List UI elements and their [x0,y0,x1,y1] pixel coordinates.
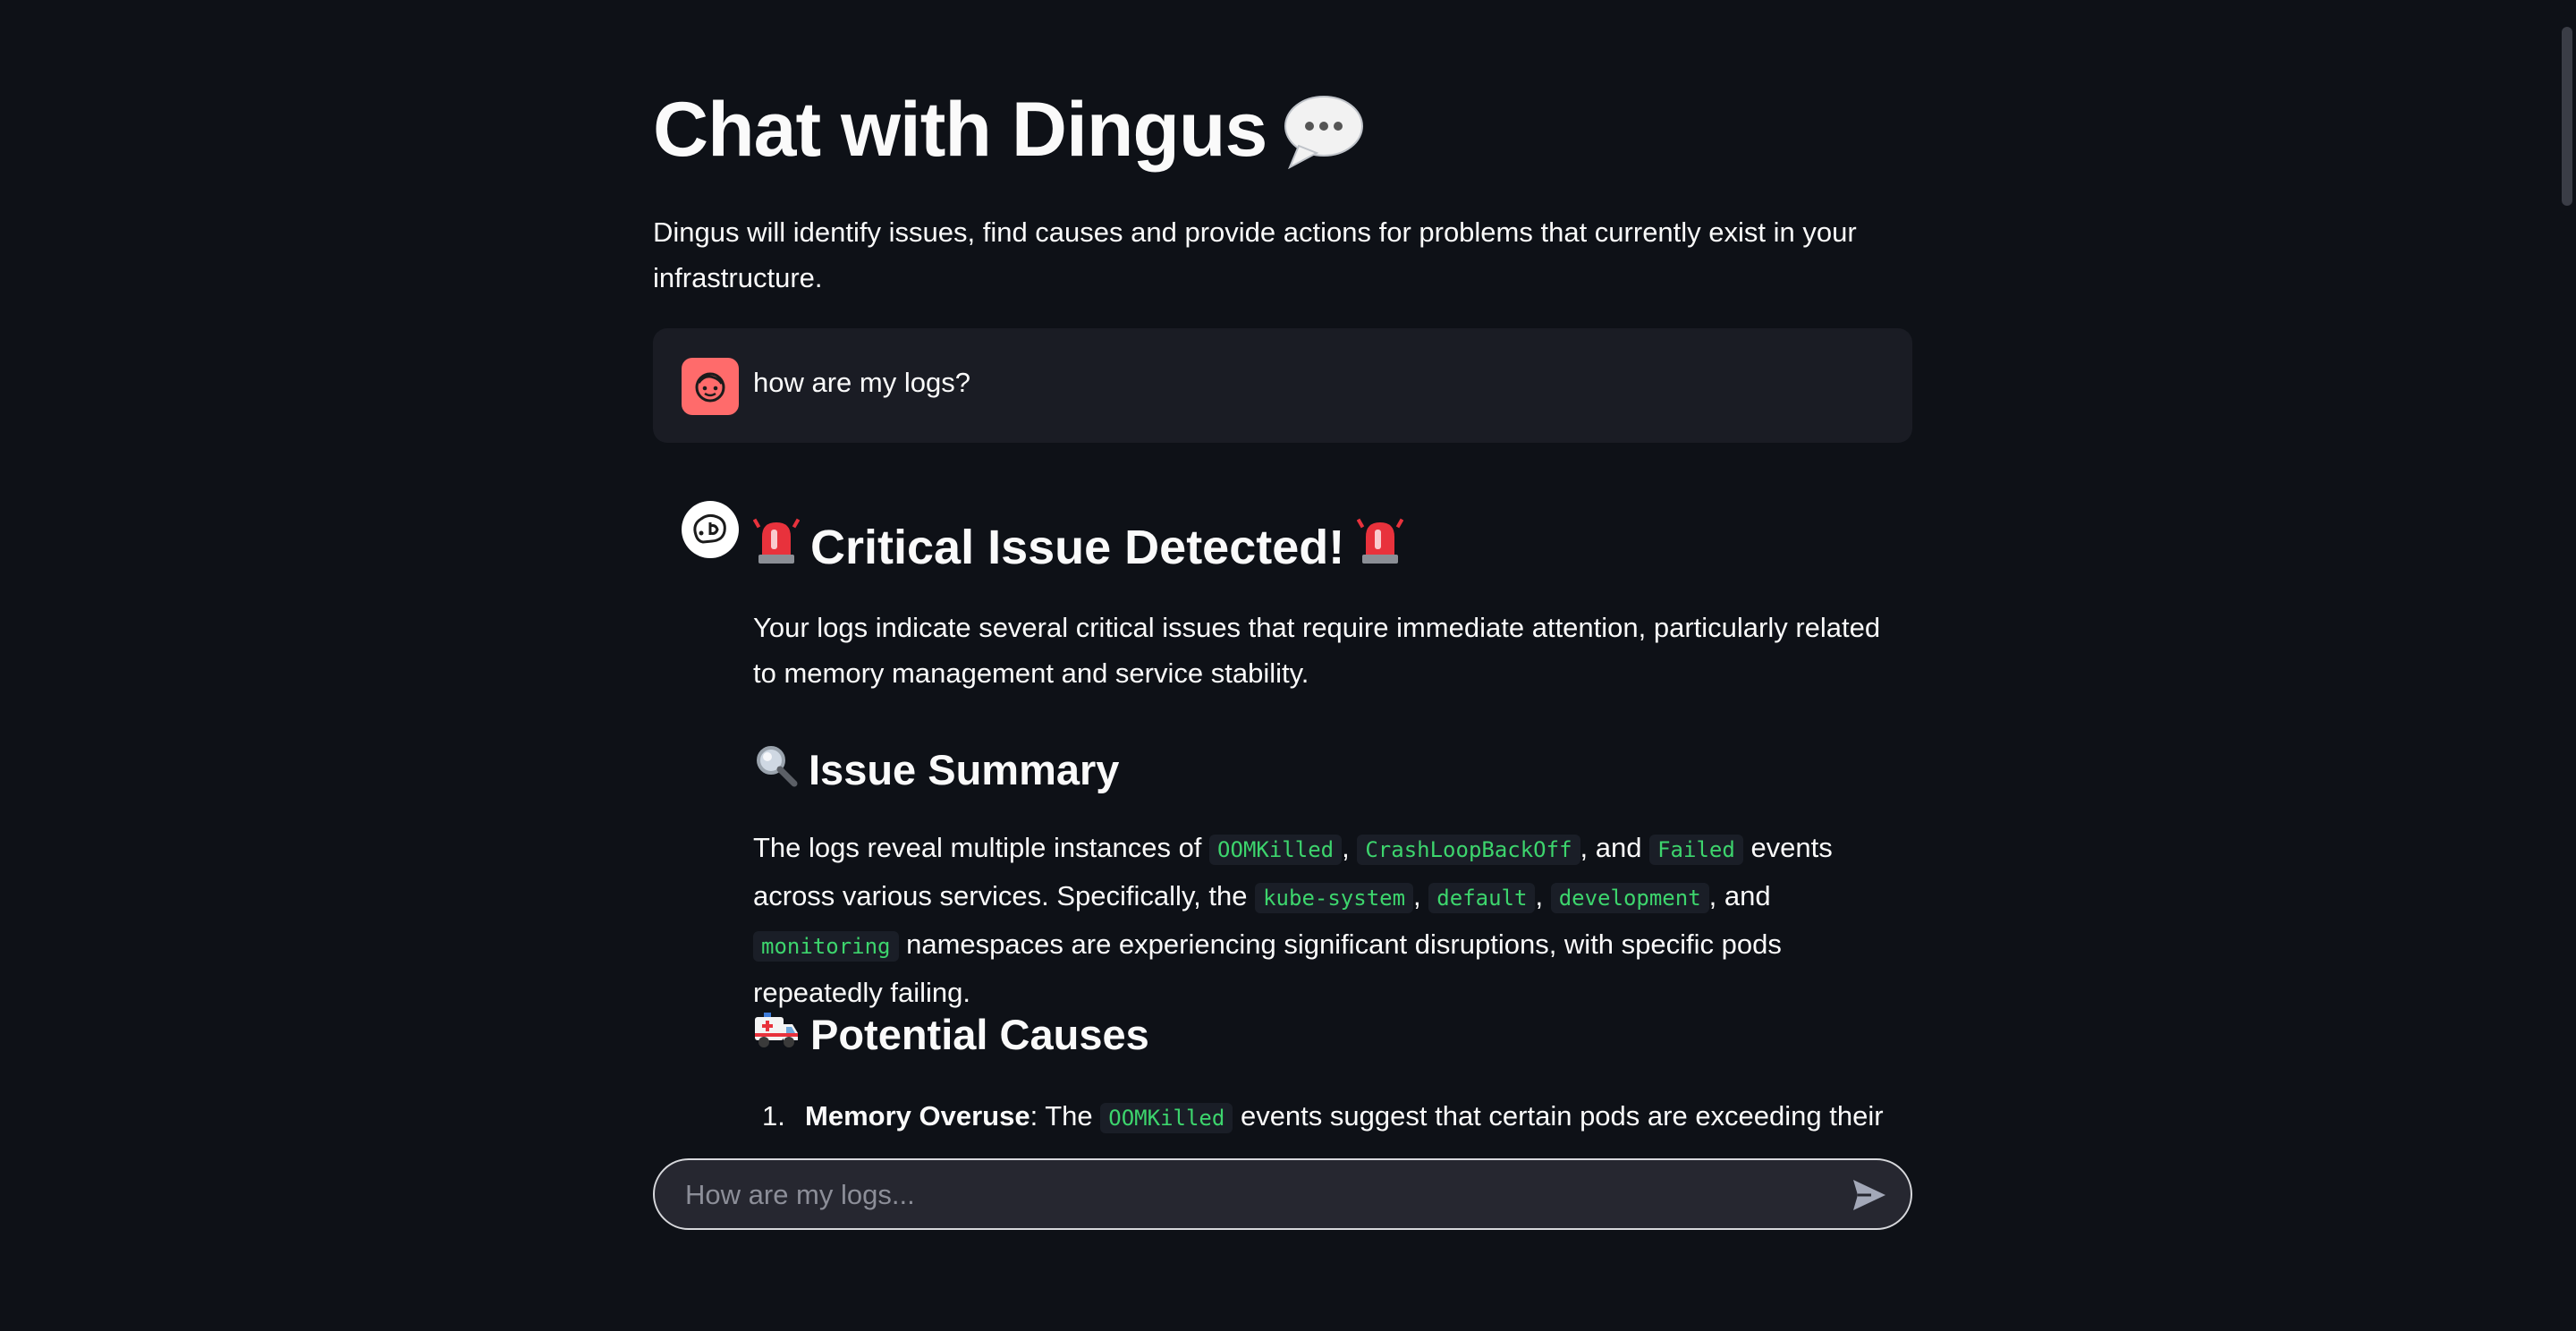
send-button[interactable] [1852,1177,1887,1213]
summary-text: , [1413,880,1421,911]
chat-input[interactable] [683,1160,1814,1230]
intro-paragraph: Your logs indicate several critical issu… [753,612,1881,689]
scrollbar[interactable] [2556,0,2576,1331]
magnifying-glass-icon [753,742,798,797]
potential-causes-heading: Potential Causes [753,1010,1149,1059]
inline-code: development [1550,883,1709,913]
police-light-icon [1356,517,1404,577]
send-icon [1853,1180,1885,1210]
inline-code: default [1428,883,1536,913]
cause-title: Memory Overuse [805,1100,1030,1132]
inline-code: OOMKilled [1209,835,1343,865]
page-description: Dingus will identify issues, find causes… [653,216,1857,293]
inline-code: kube-system [1255,883,1414,913]
chat-input-container [653,1158,1912,1230]
ambulance-icon [753,1010,800,1059]
cause-text: : The [1030,1100,1093,1132]
summary-text: , and [1708,880,1771,911]
critical-issue-heading-text: Critical Issue Detected! [810,520,1345,574]
page-title: Chat with Dingus [653,87,1267,173]
list-item: 1. Memory Overuse: The OOMKilled events s… [753,1100,1884,1133]
scrollbar-thumb[interactable] [2562,27,2572,206]
user-message: how are my logs? [653,328,1912,443]
list-number: 1. [762,1100,785,1132]
issue-summary-heading: Issue Summary [753,742,1119,797]
speech-bubble-icon [1283,92,1365,169]
main-content: Chat with Dingus Dingus will identify is… [653,0,1912,1136]
summary-text: , [1342,832,1350,863]
inline-code: Failed [1649,835,1743,865]
user-message-text: how are my logs? [753,367,970,398]
summary-text: The logs reveal multiple instances of [753,832,1202,863]
summary-text: , [1535,880,1544,911]
inline-code: CrashLoopBackOff [1357,835,1580,865]
cause-text: events suggest that certain pods are exc… [1240,1100,1884,1132]
summary-text: namespaces are experiencing significant … [753,928,1782,1008]
police-light-icon [752,517,801,577]
issue-summary-paragraph: The logs reveal multiple instances of OO… [753,825,1907,1015]
bot-icon [682,501,739,558]
potential-causes-heading-text: Potential Causes [810,1011,1149,1058]
inline-code: OOMKilled [1100,1103,1233,1133]
inline-code: monitoring [753,931,899,962]
critical-issue-heading: Critical Issue Detected! [752,517,1404,577]
user-face-icon [682,358,739,415]
chat-app: Chat with Dingus Dingus will identify is… [0,0,2576,1331]
summary-text: , and [1580,832,1642,863]
issue-summary-heading-text: Issue Summary [809,746,1120,793]
page-title-row: Chat with Dingus [653,86,1365,174]
